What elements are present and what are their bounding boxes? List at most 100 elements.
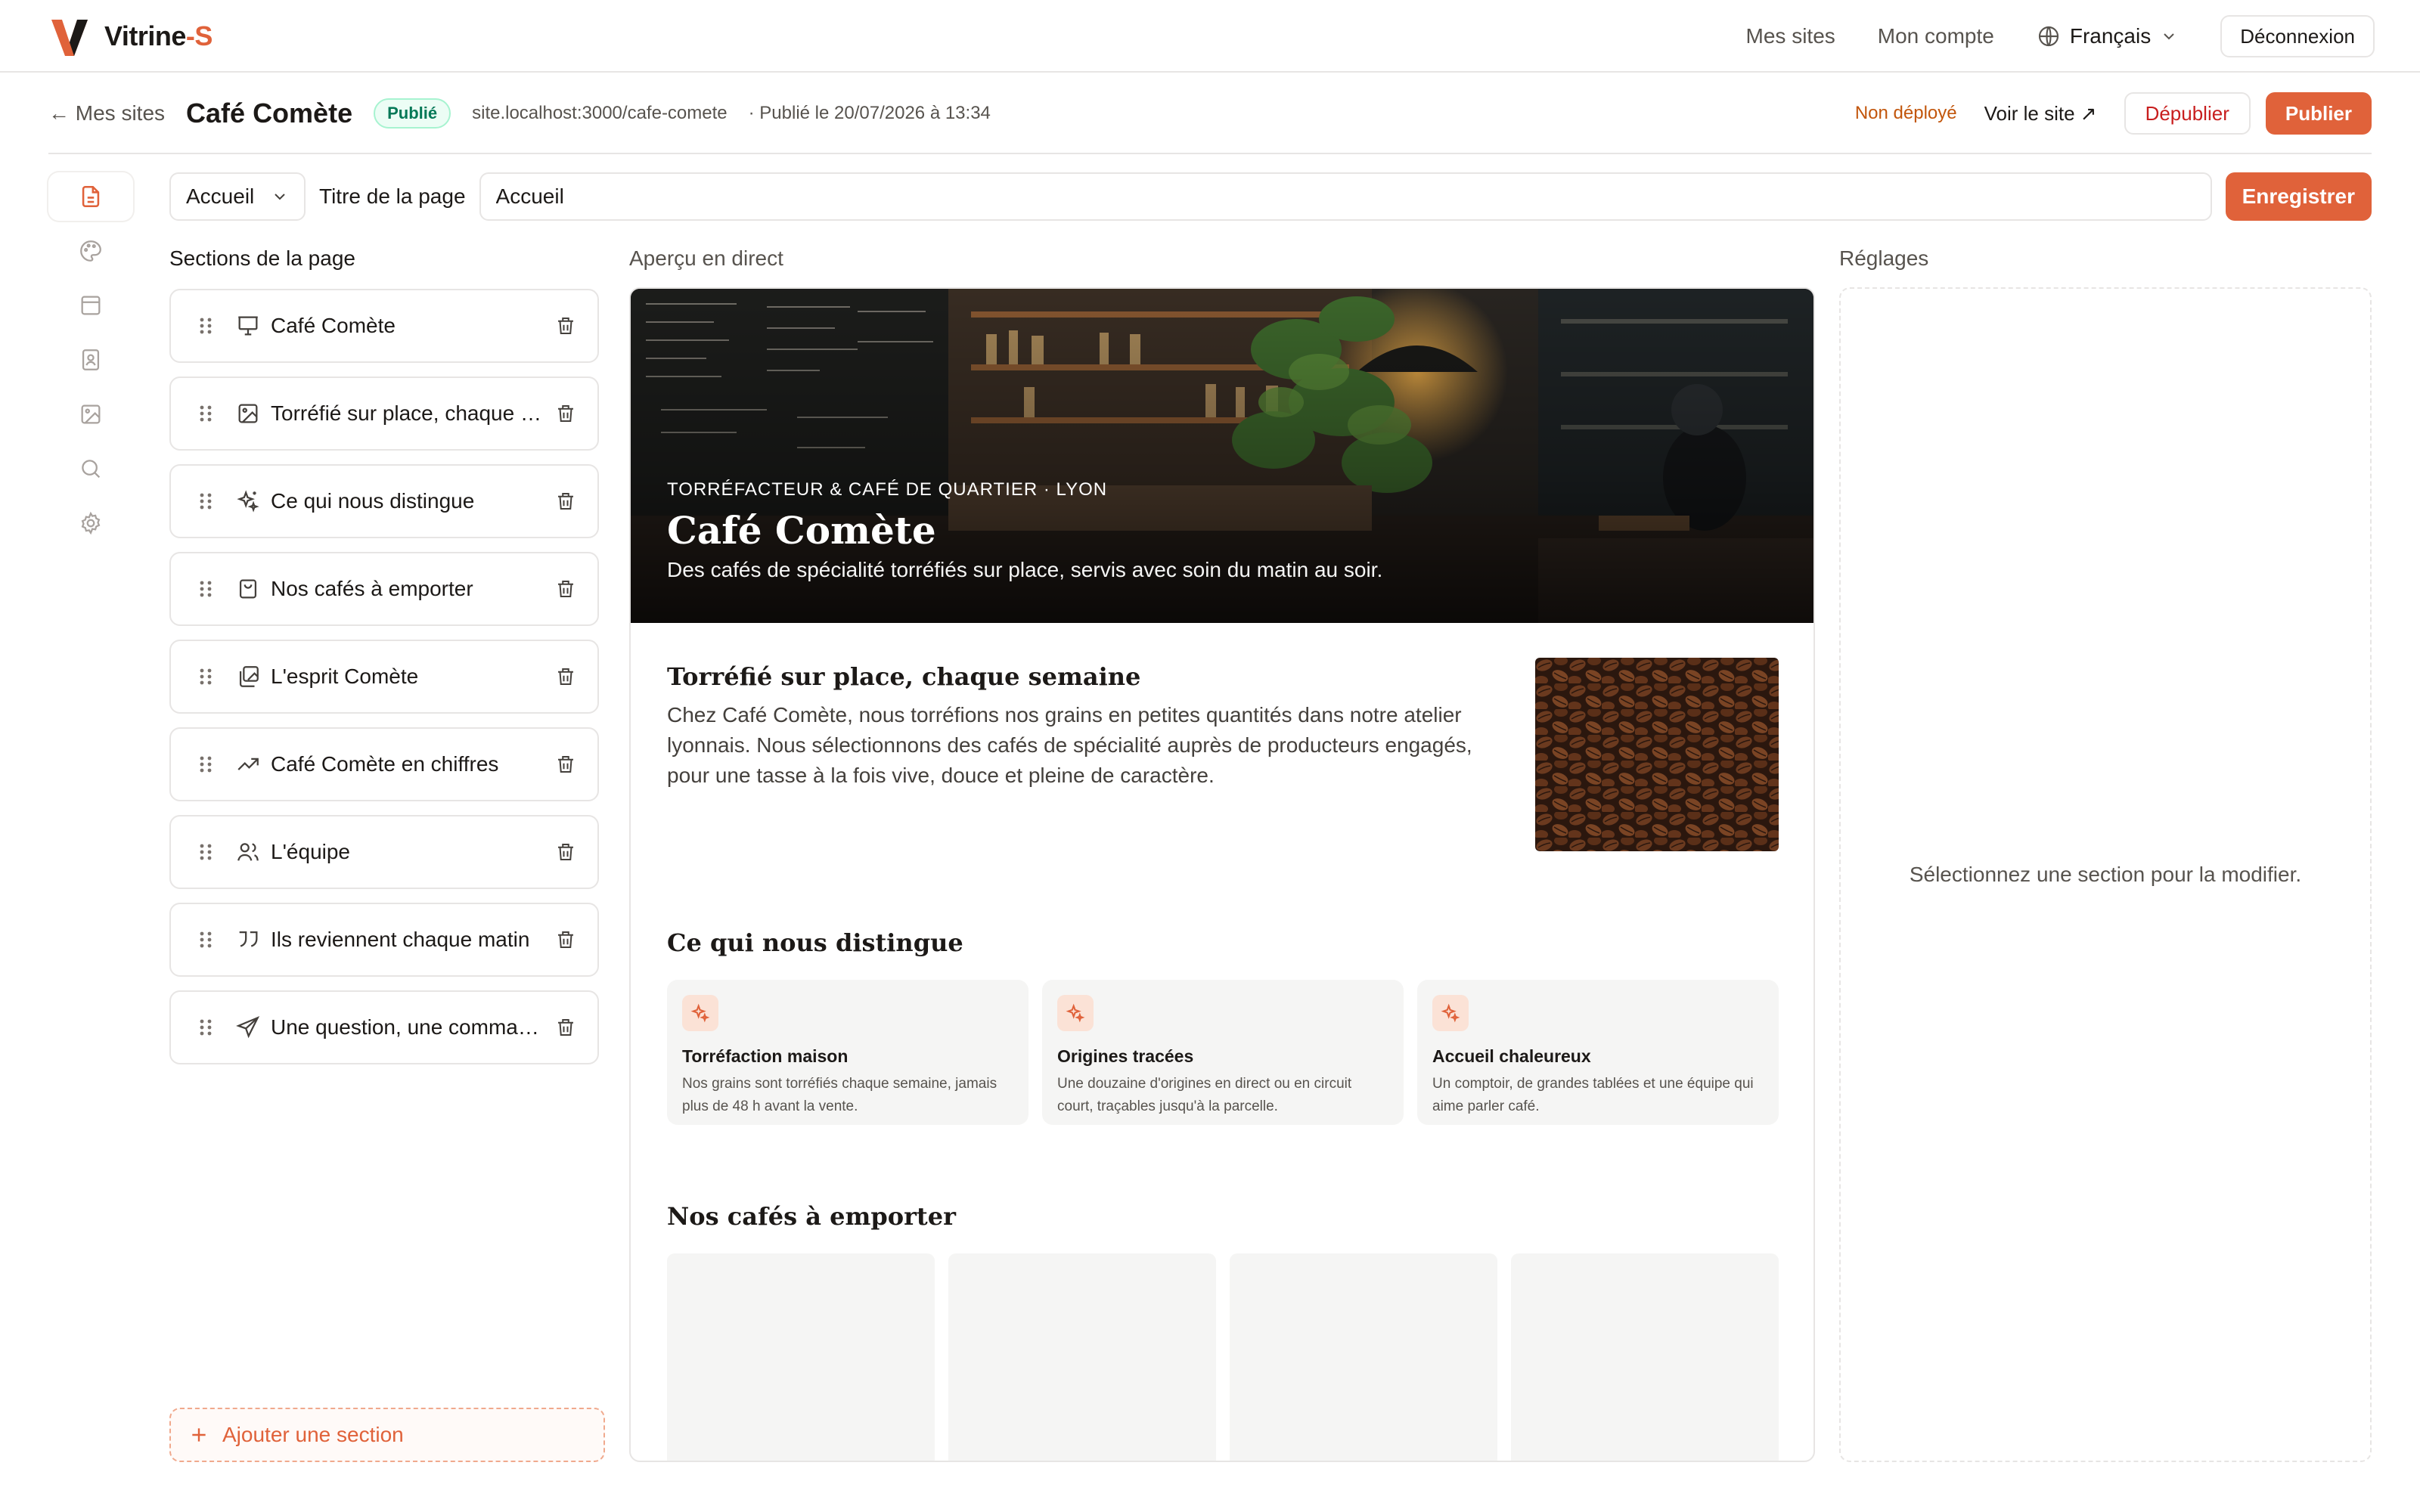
gear-icon: [81, 511, 101, 535]
file-text-icon: [82, 185, 100, 208]
language-selector[interactable]: Français: [2037, 24, 2178, 48]
page-bar: Accueil Titre de la page Enregistrer: [169, 172, 2372, 221]
rail-media[interactable]: [48, 390, 133, 438]
hero-section[interactable]: TORRÉFACTEUR & CAFÉ DE QUARTIER · LYON C…: [631, 289, 1813, 623]
section-item[interactable]: Ils reviennent chaque matin: [169, 903, 599, 977]
trash-icon[interactable]: [554, 490, 578, 513]
users-icon: [237, 843, 259, 861]
feature-card: Origines tracées Une douzaine d'origines…: [1042, 980, 1404, 1125]
preview-heading: Aperçu en direct: [629, 246, 783, 270]
rail-seo[interactable]: [48, 445, 133, 493]
nav-my-account[interactable]: Mon compte: [1878, 24, 1994, 48]
drag-handle-icon[interactable]: [197, 401, 215, 426]
drag-handle-icon[interactable]: [197, 577, 215, 601]
rail-theme[interactable]: [48, 227, 133, 275]
section-label: Ils reviennent chaque matin: [271, 928, 530, 951]
layout-icon: [81, 296, 101, 315]
rail-pages[interactable]: [48, 172, 133, 221]
site-url: site.localhost:3000/cafe-comete: [472, 103, 728, 123]
feature-card: Accueil chaleureux Un comptoir, de grand…: [1417, 980, 1779, 1125]
rail-layout[interactable]: [48, 281, 133, 330]
story-title: Torréfié sur place, chaque semaine: [667, 662, 1141, 691]
add-section-label: Ajouter une section: [222, 1423, 404, 1446]
presentation-icon: [238, 316, 258, 336]
section-item[interactable]: L'équipe: [169, 815, 599, 889]
section-label: Café Comète en chiffres: [271, 752, 499, 776]
chevron-down-icon: [275, 194, 285, 200]
product-card-placeholder: [667, 1253, 935, 1461]
site-name: Café Comète: [186, 98, 353, 129]
unpublish-button[interactable]: Dépublier: [2124, 92, 2251, 135]
page-select[interactable]: Accueil: [169, 172, 306, 221]
section-label: Ce qui nous distingue: [271, 489, 475, 513]
trending-up-icon: [237, 758, 259, 770]
trash-icon[interactable]: [554, 928, 578, 951]
trash-icon[interactable]: [554, 402, 578, 425]
rail-settings[interactable]: [48, 499, 133, 547]
section-item[interactable]: Ce qui nous distingue: [169, 464, 599, 538]
search-icon: [82, 460, 101, 479]
drag-handle-icon[interactable]: [197, 665, 215, 689]
drag-handle-icon[interactable]: [197, 314, 215, 338]
site-bar: ← Mes sites Café Comète Publié site.loca…: [48, 73, 2372, 154]
hero-title: Café Comète: [667, 508, 936, 553]
section-item[interactable]: Café Comète: [169, 289, 599, 363]
page-title-input[interactable]: [479, 172, 2212, 221]
feature-text: Un comptoir, de grandes tablées et une é…: [1432, 1076, 1754, 1114]
quote-icon: [239, 931, 258, 947]
feature-text: Une douzaine d'origines en direct ou en …: [1057, 1076, 1352, 1114]
brand[interactable]: Vitrine-S: [48, 14, 213, 59]
gallery-icon: [239, 666, 259, 687]
settings-panel: Sélectionnez une section pour la modifie…: [1839, 287, 2372, 1462]
sparkles-icon: [690, 1003, 710, 1023]
coffee-beans-image: [1535, 658, 1779, 851]
logout-button[interactable]: Déconnexion: [2220, 15, 2375, 57]
section-item[interactable]: L'esprit Comète: [169, 640, 599, 714]
trash-icon[interactable]: [554, 314, 578, 337]
trash-icon[interactable]: [554, 753, 578, 776]
vitrine-logo-icon: [51, 20, 88, 56]
add-section-button[interactable]: Ajouter une section: [169, 1408, 605, 1462]
drag-handle-icon[interactable]: [197, 489, 215, 513]
drag-handle-icon[interactable]: [197, 928, 215, 952]
drag-handle-icon[interactable]: [197, 1015, 215, 1040]
section-item[interactable]: Une question, une commande ?: [169, 990, 599, 1064]
feature-cards: Torréfaction maison Nos grains sont torr…: [667, 980, 1779, 1125]
section-item[interactable]: Nos cafés à emporter: [169, 552, 599, 626]
drag-handle-icon[interactable]: [197, 752, 215, 776]
product-card-placeholder: [1230, 1253, 1497, 1461]
editor-rail: [48, 172, 133, 553]
drag-handle-icon[interactable]: [197, 840, 215, 864]
deploy-status: Non déployé: [1854, 103, 1957, 123]
image-icon: [81, 404, 101, 424]
features-title: Ce qui nous distingue: [667, 928, 963, 957]
live-preview[interactable]: TORRÉFACTEUR & CAFÉ DE QUARTIER · LYON C…: [629, 287, 1815, 1462]
trash-icon[interactable]: [554, 841, 578, 863]
top-bar: Vitrine-S Mes sites Mon compte Français …: [0, 0, 2420, 73]
trash-icon[interactable]: [554, 1016, 578, 1039]
page-title-label: Titre de la page: [319, 184, 466, 208]
feature-text: Nos grains sont torréfiés chaque semaine…: [682, 1076, 997, 1114]
send-icon: [236, 1016, 260, 1039]
product-card-placeholder: [948, 1253, 1216, 1461]
product-card-placeholder: [1511, 1253, 1779, 1461]
section-label: Torréfié sur place, chaque semaine: [271, 401, 544, 425]
hero-subtitle: Des cafés de spécialité torréfiés sur pl…: [667, 558, 1383, 581]
sparkles-icon: [237, 490, 259, 513]
story-text: Chez Café Comète, nous torréfions nos gr…: [667, 703, 1472, 787]
rail-contact[interactable]: [48, 336, 133, 384]
back-to-sites-link[interactable]: ← Mes sites: [48, 101, 165, 125]
section-item[interactable]: Café Comète en chiffres: [169, 727, 599, 801]
feature-icon-box: [1432, 995, 1469, 1031]
sparkles-icon: [1066, 1003, 1085, 1023]
view-site-link[interactable]: Voir le site ↗: [1984, 102, 2097, 125]
chevron-down-icon: [2164, 33, 2174, 40]
section-item[interactable]: Torréfié sur place, chaque semaine: [169, 376, 599, 451]
trash-icon[interactable]: [554, 578, 578, 600]
image-icon: [238, 404, 258, 423]
nav-my-sites[interactable]: Mes sites: [1746, 24, 1835, 48]
trash-icon[interactable]: [554, 665, 578, 688]
save-button[interactable]: Enregistrer: [2225, 172, 2372, 221]
brand-name: Vitrine-S: [104, 20, 213, 51]
publish-button[interactable]: Publier: [2265, 92, 2372, 135]
